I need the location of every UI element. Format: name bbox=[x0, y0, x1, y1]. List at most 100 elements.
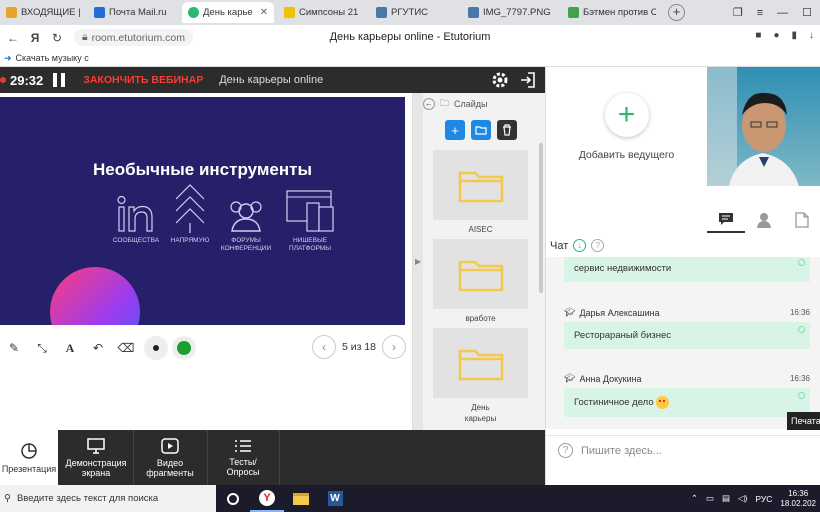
help-icon[interactable]: ? bbox=[591, 239, 605, 252]
help-circle-icon[interactable]: ? bbox=[558, 443, 573, 458]
mail-envelope-icon bbox=[6, 7, 17, 18]
toolbar-divider bbox=[279, 430, 280, 485]
taskbar-search[interactable]: ⚲ Введите здесь текст для поиска bbox=[0, 485, 216, 512]
message-meta: 🎓︎ Дарья Алексашина 16:36 bbox=[564, 307, 810, 318]
message-text: сервис недвижимости bbox=[574, 263, 672, 274]
browser-tab[interactable]: РГУТИС bbox=[370, 2, 458, 23]
collapse-panel-handle[interactable]: ▶ bbox=[413, 93, 423, 430]
previous-slide-button[interactable]: ‹ bbox=[311, 335, 336, 359]
browser-tab[interactable]: IMG_7797.PNG bbox=[462, 2, 558, 23]
drawing-toolbar: ✎ ⤡ A ↶ ⌫ ‹ 5 из 18 › bbox=[0, 333, 412, 363]
tab-label: РГУТИС bbox=[391, 7, 429, 18]
video-fragments-button[interactable]: Видео фрагменты bbox=[134, 430, 206, 485]
display-icon[interactable]: ▭ bbox=[706, 493, 714, 504]
taskbar-clock[interactable]: 16:36 18.02.202 bbox=[780, 489, 816, 509]
eraser-icon[interactable]: ⌫ bbox=[112, 336, 140, 360]
download-circle-icon[interactable]: ↓ bbox=[573, 239, 587, 252]
message-bubble: сервис недвижимости bbox=[564, 257, 810, 282]
pause-button[interactable] bbox=[53, 73, 66, 87]
slide-folder-item[interactable]: День карьеры bbox=[433, 328, 528, 424]
tab-participants[interactable] bbox=[745, 207, 783, 233]
add-host-button[interactable]: + bbox=[604, 92, 649, 137]
slide-folder-item[interactable]: вработе bbox=[433, 239, 528, 324]
add-slide-button[interactable]: + bbox=[445, 120, 465, 140]
webinar-bottom-toolbar: Презентация Демонстрация экрана Видео фр… bbox=[0, 430, 545, 485]
slide-item-forums: ФОРУМЫ КОНФЕРЕНЦИИ bbox=[216, 195, 276, 253]
add-host-label: Добавить ведущего bbox=[578, 148, 675, 161]
task-view-icon[interactable] bbox=[216, 485, 250, 512]
toolbar-label: Тесты/ Опросы bbox=[226, 456, 260, 477]
browser-tab-strip: ВХОДЯЩИЕ | Ke Почта Mail.ru День карьеры… bbox=[0, 0, 820, 25]
new-tab-button[interactable]: + bbox=[668, 4, 685, 21]
add-host-slot: + Добавить ведущего bbox=[546, 67, 707, 186]
microphone-icon[interactable]: ● bbox=[773, 30, 779, 41]
minimize-icon[interactable]: — bbox=[777, 7, 788, 19]
back-arrow-icon[interactable]: ← bbox=[4, 31, 22, 45]
yandex-browser-icon[interactable]: Y bbox=[250, 485, 284, 512]
chat-message: 🎓︎ Анна Докукина 16:36 Гостиничное дело bbox=[564, 373, 810, 417]
vk-icon bbox=[376, 7, 387, 18]
tabs-overview-icon[interactable]: ❐ bbox=[733, 6, 743, 19]
monitor-icon bbox=[87, 437, 105, 454]
slides-panel-title: Слайды bbox=[454, 99, 488, 109]
chevron-up-icon[interactable]: ⌃ bbox=[691, 493, 698, 504]
word-icon[interactable]: W bbox=[318, 485, 352, 512]
tests-polls-button[interactable]: Тесты/ Опросы bbox=[208, 430, 278, 485]
slides-panel-scrollbar[interactable] bbox=[539, 143, 543, 293]
browser-tab[interactable]: Симпсоны 21 се bbox=[278, 2, 366, 23]
message-author: Анна Докукина bbox=[579, 373, 642, 384]
read-status-icon bbox=[798, 326, 805, 333]
camera-icon[interactable]: ■ bbox=[755, 30, 761, 41]
tab-files[interactable] bbox=[783, 207, 820, 233]
exit-icon[interactable] bbox=[519, 71, 537, 89]
next-slide-button[interactable]: › bbox=[382, 335, 406, 359]
browser-tab[interactable]: Почта Mail.ru bbox=[88, 2, 180, 23]
system-tray: ⌃ ▭ ▤ ◁) РУС 16:36 18.02.202 bbox=[691, 485, 820, 512]
slide-folder-item[interactable]: AISEC bbox=[433, 150, 528, 235]
etutorium-icon bbox=[188, 7, 199, 18]
delete-button[interactable] bbox=[497, 120, 517, 140]
menu-icon[interactable]: ≡ bbox=[757, 7, 763, 19]
reload-icon[interactable]: ↻ bbox=[48, 31, 66, 45]
bookmarks-bar: ➜ Скачать музыку с bbox=[0, 50, 820, 67]
tab-label: IMG_7797.PNG bbox=[483, 7, 551, 18]
url-field[interactable]: 🔒︎ room.etutorium.com bbox=[74, 29, 193, 46]
file-explorer-icon[interactable] bbox=[284, 485, 318, 512]
add-folder-button[interactable] bbox=[471, 120, 491, 140]
folder-label: AISEC bbox=[468, 225, 493, 234]
back-circle-icon[interactable]: ← bbox=[423, 98, 435, 110]
maximize-icon[interactable]: ☐ bbox=[802, 6, 812, 19]
end-webinar-button[interactable]: ЗАКОНЧИТЬ ВЕБИНАР bbox=[83, 74, 203, 86]
bookmark-item[interactable]: Скачать музыку с bbox=[16, 53, 89, 63]
settings-gear-icon[interactable] bbox=[491, 71, 509, 89]
undo-icon[interactable]: ↶ bbox=[84, 336, 112, 360]
network-icon[interactable]: ▤ bbox=[722, 493, 730, 504]
list-icon bbox=[235, 439, 251, 452]
chat-message-input[interactable] bbox=[581, 444, 761, 457]
bookmark-icon[interactable]: ▮ bbox=[791, 30, 797, 41]
taskbar-search-placeholder: Введите здесь текст для поиска bbox=[16, 493, 159, 504]
tab-label: Почта Mail.ru bbox=[109, 7, 167, 18]
browser-tab-active[interactable]: День карьеры ✕ bbox=[182, 2, 274, 23]
clock-time: 16:36 bbox=[788, 488, 809, 498]
play-icon bbox=[161, 437, 179, 454]
video-site-icon bbox=[568, 7, 579, 18]
pen-icon[interactable]: ✎ bbox=[0, 336, 28, 360]
color-picker-button[interactable] bbox=[172, 336, 196, 360]
close-tab-icon[interactable]: ✕ bbox=[260, 7, 268, 18]
tab-chat[interactable] bbox=[707, 207, 745, 233]
chat-messages[interactable]: сервис недвижимости 🎓︎ Дарья Алексашина … bbox=[546, 257, 820, 429]
screen-share-button[interactable]: Демонстрация экрана bbox=[60, 430, 132, 485]
browser-tab[interactable]: ВХОДЯЩИЕ | Ke bbox=[0, 2, 86, 23]
pointer-icon[interactable]: ⤡ bbox=[28, 336, 56, 360]
download-icon[interactable]: ↓ bbox=[809, 30, 814, 41]
yandex-icon[interactable]: Я bbox=[26, 31, 44, 45]
windows-taskbar: ⚲ Введите здесь текст для поиска Y W ⌃ ▭… bbox=[0, 485, 820, 512]
browser-tab[interactable]: Бэтмен против С bbox=[562, 2, 662, 23]
brush-size-button[interactable] bbox=[144, 336, 168, 360]
presentation-button[interactable]: Презентация bbox=[0, 430, 58, 485]
text-tool-icon[interactable]: A bbox=[56, 336, 84, 360]
chat-message: 🎓︎ Дарья Алексашина 16:36 Ресторараный б… bbox=[564, 307, 810, 349]
language-indicator[interactable]: РУС bbox=[755, 494, 772, 504]
volume-icon[interactable]: ◁) bbox=[738, 493, 747, 504]
